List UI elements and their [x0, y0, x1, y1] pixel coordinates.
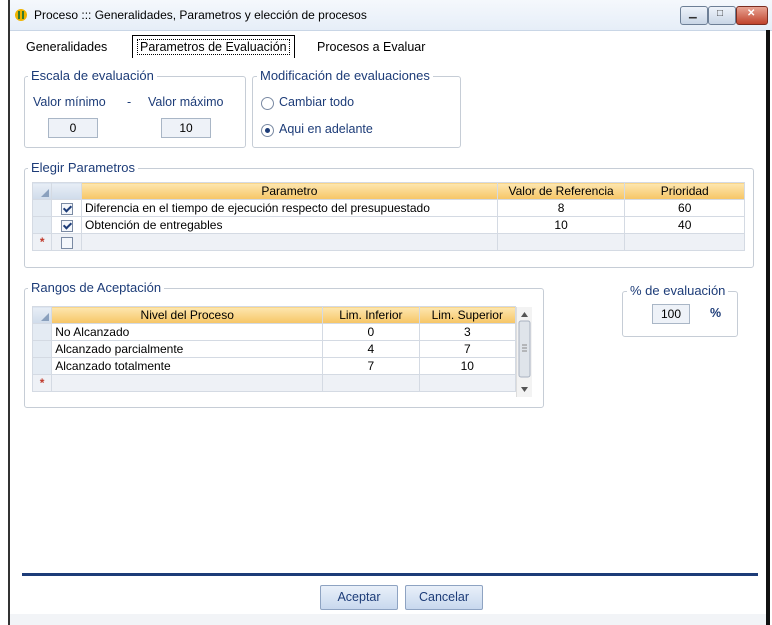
footer-divider	[22, 573, 758, 576]
minimize-button[interactable]: ▁	[680, 6, 708, 25]
nivel-cell[interactable]: No Alcanzado	[51, 323, 324, 341]
aqui-en-adelante-label[interactable]: Aqui en adelante	[279, 122, 373, 136]
title-bar[interactable]: Proceso ::: Generalidades, Parametros y …	[10, 0, 772, 31]
row-checkbox[interactable]	[60, 202, 73, 215]
row-header[interactable]	[31, 199, 53, 217]
modificacion-group	[252, 76, 461, 148]
row-header[interactable]	[31, 323, 53, 341]
parametro-cell[interactable]	[81, 233, 498, 251]
valor-minimo-label: Valor mínimo	[33, 95, 106, 109]
percent-unit: %	[710, 306, 722, 320]
valor-cell[interactable]: 10	[496, 216, 626, 234]
window-title: Proceso ::: Generalidades, Parametros y …	[34, 8, 367, 22]
nivel-cell[interactable]	[51, 374, 324, 392]
window-left-border	[8, 0, 10, 625]
prioridad-cell[interactable]	[624, 233, 745, 251]
cambiar-todo-label[interactable]: Cambiar todo	[279, 95, 354, 109]
parametro-cell[interactable]: Obtención de entregables	[81, 216, 498, 234]
valor-referencia-column-header[interactable]: Valor de Referencia	[496, 182, 626, 200]
parametro-cell[interactable]: Diferencia en el tiempo de ejecución res…	[81, 199, 498, 217]
row-checkbox[interactable]	[60, 219, 73, 232]
new-row-marker: *	[31, 233, 53, 251]
lim-superior-cell[interactable]: 10	[418, 357, 517, 375]
row-header[interactable]	[31, 216, 53, 234]
valor-cell[interactable]: 8	[496, 199, 626, 217]
lim-inferior-column-header[interactable]: Lim. Inferior	[322, 306, 420, 324]
new-row[interactable]: *	[31, 374, 517, 392]
app-icon	[15, 9, 27, 21]
close-button[interactable]: ✕	[736, 6, 768, 25]
tab-strip: Generalidades Parametros de Evaluación P…	[10, 31, 772, 59]
tab-parametros-label: Parametros de Evaluación	[137, 39, 290, 55]
tab-generalidades[interactable]: Generalidades	[26, 37, 107, 57]
lim-inferior-cell[interactable]: 4	[322, 340, 420, 358]
maximize-button[interactable]: □	[708, 6, 736, 25]
rangos-legend: Rangos de Aceptación	[28, 280, 165, 295]
parametros-grid: Parametro Valor de Referencia Prioridad …	[31, 182, 745, 251]
range-dash: -	[127, 95, 132, 109]
tab-parametros-de-evaluacion[interactable]: Parametros de Evaluación	[132, 35, 295, 58]
aqui-en-adelante-radio[interactable]	[261, 124, 274, 137]
maximize-icon: □	[717, 8, 724, 19]
row-header[interactable]	[31, 357, 53, 375]
minimize-icon: ▁	[689, 8, 697, 19]
parametros-header-row: Parametro Valor de Referencia Prioridad	[31, 182, 745, 200]
porcentaje-field[interactable]: 100	[652, 304, 690, 324]
valor-maximo-label: Valor máximo	[148, 95, 224, 109]
valor-maximo-field[interactable]: 10	[161, 118, 211, 138]
nivel-cell[interactable]: Alcanzado parcialmente	[51, 340, 324, 358]
table-row[interactable]: Alcanzado parcialmente 4 7	[31, 340, 517, 358]
row-checkbox[interactable]	[60, 236, 73, 249]
lim-superior-cell[interactable]: 3	[418, 323, 517, 341]
parametro-column-header[interactable]: Parametro	[81, 182, 498, 200]
table-row[interactable]: Alcanzado totalmente 7 10	[31, 357, 517, 375]
check-column-header[interactable]	[51, 182, 83, 200]
tab-procesos-a-evaluar[interactable]: Procesos a Evaluar	[317, 37, 425, 57]
nivel-cell[interactable]: Alcanzado totalmente	[51, 357, 324, 375]
valor-minimo-field[interactable]: 0	[48, 118, 98, 138]
valor-cell[interactable]	[496, 233, 626, 251]
table-row[interactable]: Diferencia en el tiempo de ejecución res…	[31, 199, 745, 217]
prioridad-cell[interactable]: 40	[624, 216, 745, 234]
rangos-grid: Nivel del Proceso Lim. Inferior Lim. Sup…	[31, 306, 517, 392]
grid-corner[interactable]	[31, 182, 53, 200]
window-right-border	[766, 30, 770, 625]
prioridad-cell[interactable]: 60	[624, 199, 745, 217]
lim-inferior-cell[interactable]	[322, 374, 420, 392]
table-row[interactable]: No Alcanzado 0 3	[31, 323, 517, 341]
porcentaje-legend: % de evaluación	[627, 283, 729, 298]
close-icon: ✕	[747, 8, 756, 19]
lim-superior-column-header[interactable]: Lim. Superior	[418, 306, 517, 324]
lim-superior-cell[interactable]	[418, 374, 517, 392]
cancelar-button[interactable]: Cancelar	[405, 585, 483, 610]
cambiar-todo-radio[interactable]	[261, 97, 274, 110]
new-row[interactable]: *	[31, 233, 745, 251]
nivel-column-header[interactable]: Nivel del Proceso	[51, 306, 324, 324]
lim-superior-cell[interactable]: 7	[418, 340, 517, 358]
rangos-header-row: Nivel del Proceso Lim. Inferior Lim. Sup…	[31, 306, 517, 324]
new-row-marker: *	[31, 374, 53, 392]
prioridad-column-header[interactable]: Prioridad	[624, 182, 745, 200]
grid-corner[interactable]	[31, 306, 53, 324]
lim-inferior-cell[interactable]: 0	[322, 323, 420, 341]
modificacion-legend: Modificación de evaluaciones	[257, 68, 433, 83]
escala-legend: Escala de evaluación	[28, 68, 157, 83]
table-row[interactable]: Obtención de entregables 10 40	[31, 216, 745, 234]
window-bottom-strip	[10, 614, 766, 625]
lim-inferior-cell[interactable]: 7	[322, 357, 420, 375]
scrollbar-arrows-icon	[518, 312, 531, 392]
aceptar-button[interactable]: Aceptar	[320, 585, 398, 610]
rangos-scrollbar[interactable]	[516, 307, 532, 397]
row-header[interactable]	[31, 340, 53, 358]
parametros-legend: Elegir Parametros	[28, 160, 139, 175]
